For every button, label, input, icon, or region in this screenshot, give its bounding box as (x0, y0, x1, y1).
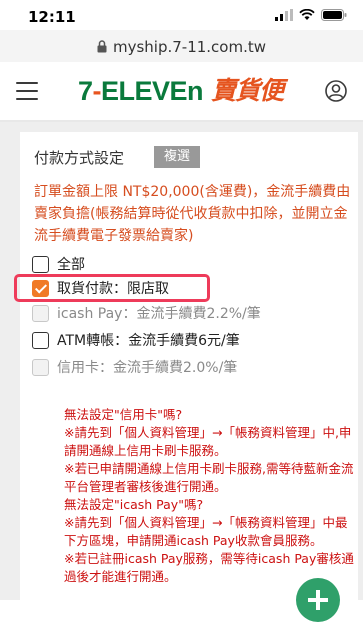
help-line: ※請先到「個人資料管理」→「帳務資料管理」中最下方區塊，申請開通icash Pa… (64, 515, 348, 548)
add-icon[interactable] (296, 578, 340, 622)
option-label: icash Pay：金流手續費2.2%/筆 (57, 306, 261, 322)
url-display[interactable]: myship.7-11.com.tw (0, 38, 363, 56)
option-label: 全部 (57, 257, 85, 273)
help-line: 無法設定"icash Pay"嗎? (64, 497, 204, 512)
option-label: 信用卡：金流手續費2.0%/筆 (57, 360, 238, 376)
lock-icon (97, 40, 107, 53)
checkbox-checked[interactable] (32, 279, 49, 297)
option-icash-pay[interactable]: icash Pay：金流手續費2.2%/筆 (32, 301, 261, 325)
option-all[interactable]: 全部 (32, 252, 85, 276)
logo-subtitle: 賣貨便 (211, 76, 284, 105)
main-content: 付款方式設定 複選 訂單金額上限 NT$20,000(含運費)，金流手續費由賣家… (0, 122, 363, 602)
option-credit-card[interactable]: 信用卡：金流手續費2.0%/筆 (32, 355, 237, 379)
option-label: ATM轉帳：金流手續費6元/筆 (57, 333, 240, 349)
option-atm-transfer[interactable]: ATM轉帳：金流手續費6元/筆 (32, 328, 240, 352)
copy-button[interactable]: 複選 (154, 146, 200, 168)
checkbox-disabled (32, 358, 49, 376)
checkbox[interactable] (32, 255, 49, 273)
site-header: 7-ELEVEn 賣貨便 (0, 62, 363, 122)
fee-notice: 訂單金額上限 NT$20,000(含運費)，金流手續費由賣家負擔(帳務結算時從代… (34, 184, 351, 244)
address-bar[interactable]: myship.7-11.com.tw (0, 30, 363, 63)
payment-help-text: 無法設定"信用卡"嗎? ※請先到「個人資料管理」→「帳務資料管理」中,申請開通線… (64, 406, 354, 586)
option-cash-on-pickup[interactable]: 取貨付款：限店取 (32, 276, 169, 300)
status-bar: 12:11 (0, 0, 363, 30)
url-text: myship.7-11.com.tw (112, 38, 267, 56)
status-time: 12:11 (28, 8, 76, 26)
menu-icon[interactable] (16, 82, 38, 100)
option-label: 取貨付款：限店取 (57, 281, 169, 297)
section-title: 付款方式設定 (34, 149, 125, 167)
payment-settings-card: 付款方式設定 複選 訂單金額上限 NT$20,000(含運費)，金流手續費由賣家… (14, 132, 358, 602)
site-logo[interactable]: 7-ELEVEn 賣貨便 (78, 76, 284, 106)
logo-brand: 7-ELEVEn (78, 76, 204, 106)
checkbox[interactable] (32, 331, 49, 349)
system-icons (275, 9, 347, 21)
help-line: ※若已申請開通線上信用卡刷卡服務,需等待藍新金流平台管理者審核後進行開通。 (64, 461, 354, 494)
help-line: 無法設定"信用卡"嗎? (64, 407, 183, 422)
wifi-icon (299, 9, 315, 20)
checkbox-disabled (32, 304, 49, 322)
help-line: ※請先到「個人資料管理」→「帳務資料管理」中,申請開通線上信用卡刷卡服務。 (64, 425, 352, 458)
user-icon[interactable] (325, 80, 347, 102)
battery-icon (321, 9, 347, 21)
signal-icon (275, 9, 293, 21)
